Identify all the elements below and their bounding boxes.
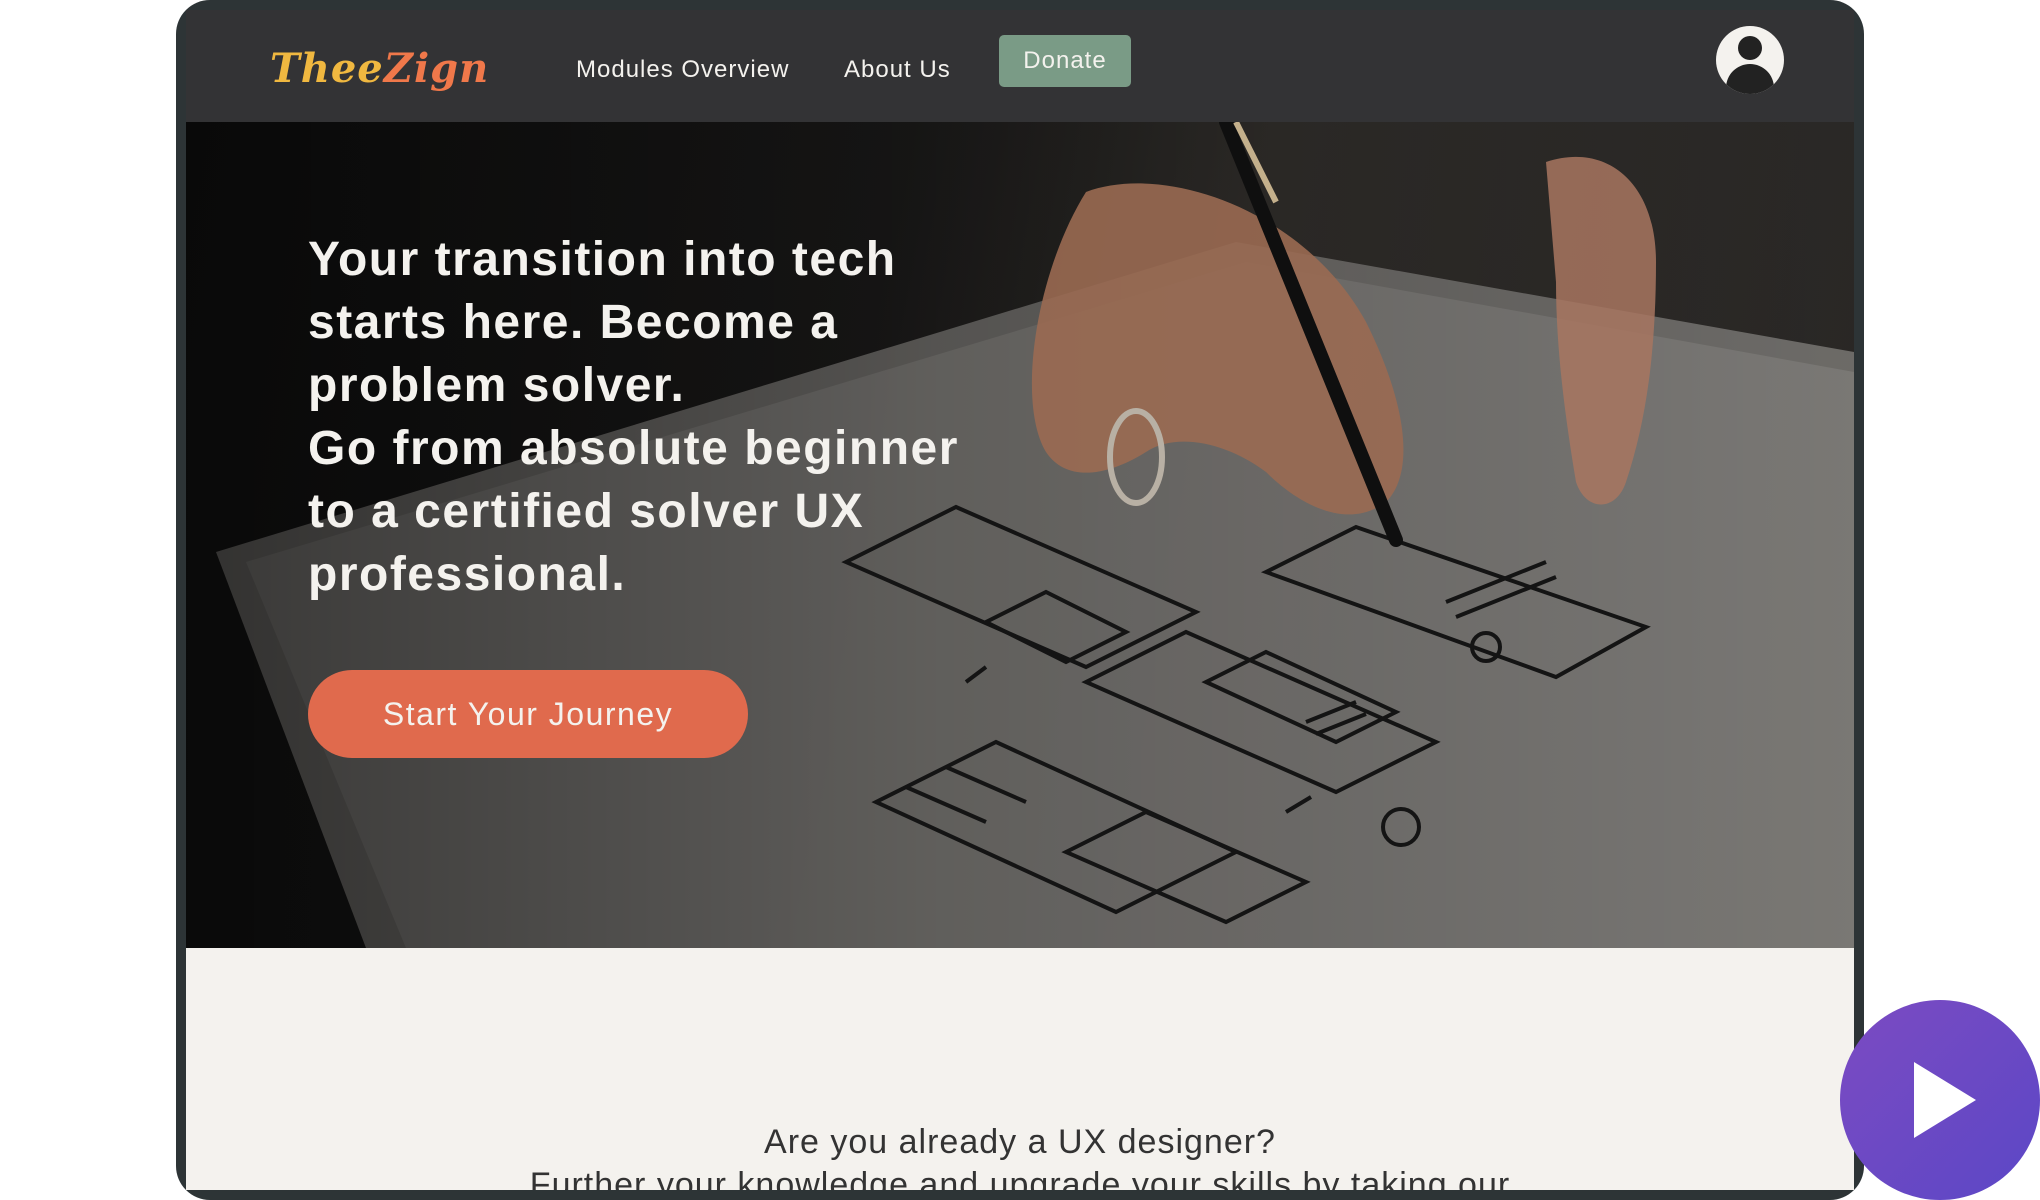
hero-line: starts here. Become a	[308, 296, 839, 349]
browser-screen: TheeZign Modules Overview About Us Donat…	[186, 10, 1854, 1190]
user-avatar-icon[interactable]	[1716, 26, 1784, 94]
hero-line: problem solver.	[308, 359, 686, 412]
section-body-text: Further your knowledge and upgrade your …	[529, 1166, 1511, 1190]
nav-link-modules-overview[interactable]: Modules Overview	[576, 52, 789, 88]
hero-line: Go from absolute beginner	[308, 422, 959, 475]
avatar-head	[1738, 36, 1762, 60]
logo-part-thee: Thee	[270, 45, 384, 92]
donate-button[interactable]: Donate	[999, 35, 1131, 87]
section-title: Are you already a UX designer?	[764, 1123, 1276, 1161]
nav-link-about-us[interactable]: About Us	[844, 52, 951, 88]
hero-line: professional.	[308, 548, 627, 601]
hero-headline: Your transition into tech starts here. B…	[308, 228, 1028, 606]
avatar-body	[1726, 64, 1774, 94]
navbar: TheeZign Modules Overview About Us Donat…	[186, 10, 1854, 122]
ux-designer-section: Are you already a UX designer? Further y…	[186, 948, 1854, 1190]
start-your-journey-button[interactable]: Start Your Journey	[308, 670, 748, 758]
hero-section: Your transition into tech starts here. B…	[186, 122, 1854, 948]
hero-line: to a certified solver UX	[308, 485, 865, 538]
hero-line: Your transition into tech	[308, 233, 897, 286]
device-frame: TheeZign Modules Overview About Us Donat…	[176, 0, 1864, 1200]
logo[interactable]: TheeZign	[270, 44, 489, 94]
logo-part-zign: Zign	[383, 45, 490, 92]
play-button[interactable]	[1840, 1000, 2040, 1200]
play-icon	[1914, 1062, 1976, 1138]
